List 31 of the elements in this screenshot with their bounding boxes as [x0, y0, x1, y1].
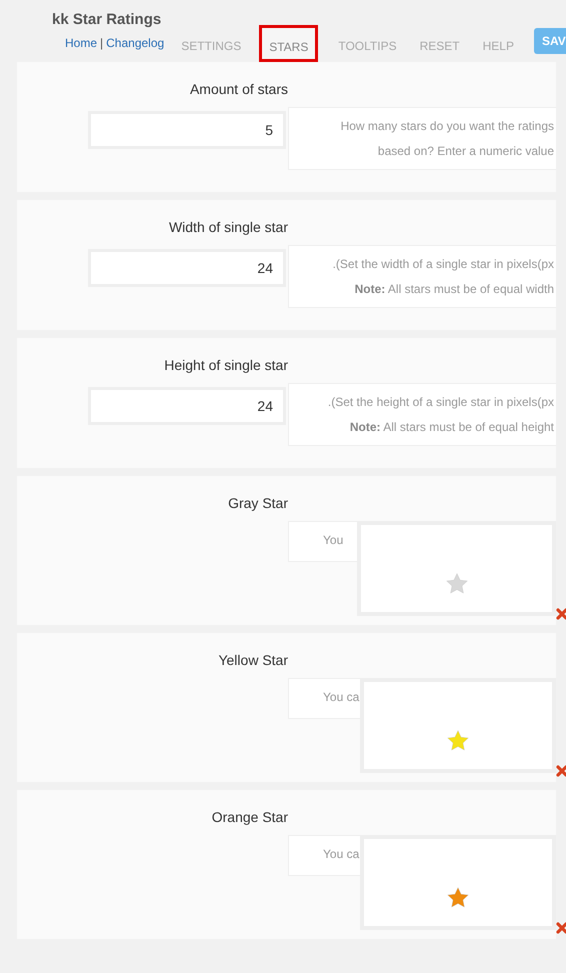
description-text: Note: All stars must be of equal width: [354, 281, 554, 298]
plugin-title: kk Star Ratings: [52, 11, 162, 28]
field-label: Width of single star: [168, 219, 288, 235]
field-label: Amount of stars: [188, 81, 288, 97]
field-label: Height of single star: [163, 357, 288, 373]
tab[interactable]: STARS: [259, 25, 318, 62]
input-field[interactable]: 24: [88, 387, 286, 425]
description-text: You: [322, 532, 344, 549]
home-link[interactable]: Home: [65, 36, 98, 50]
changelog-link[interactable]: Changelog: [106, 36, 164, 50]
input-field[interactable]: 5: [88, 111, 286, 149]
tab[interactable]: TOOLTIPS: [335, 30, 400, 61]
tab[interactable]: RESET: [416, 30, 463, 61]
link-separator: |: [100, 36, 104, 50]
delete-icon[interactable]: [556, 922, 566, 934]
description-text: .(Set the width of a single star in pixels(px: [332, 256, 554, 273]
description-text: .(Set the height of a single star in pixels(px: [326, 394, 554, 411]
input-field[interactable]: 24: [88, 249, 286, 287]
description-text: You ca: [322, 689, 358, 706]
description-text: Note: All stars must be of equal height: [348, 419, 554, 436]
tab[interactable]: HELP: [480, 30, 517, 61]
tab[interactable]: SETTINGS: [178, 30, 244, 61]
delete-icon[interactable]: [556, 608, 566, 620]
delete-icon[interactable]: [556, 765, 566, 777]
description-text: You ca: [322, 846, 358, 863]
description-text: How many stars do you want the ratings: [340, 118, 554, 135]
field-label: Gray Star: [227, 495, 288, 511]
save-button[interactable]: SAV: [534, 28, 566, 54]
field-label: Yellow Star: [217, 652, 288, 668]
description-text: based on? Enter a numeric value: [376, 143, 554, 160]
field-label: Orange Star: [210, 809, 288, 825]
